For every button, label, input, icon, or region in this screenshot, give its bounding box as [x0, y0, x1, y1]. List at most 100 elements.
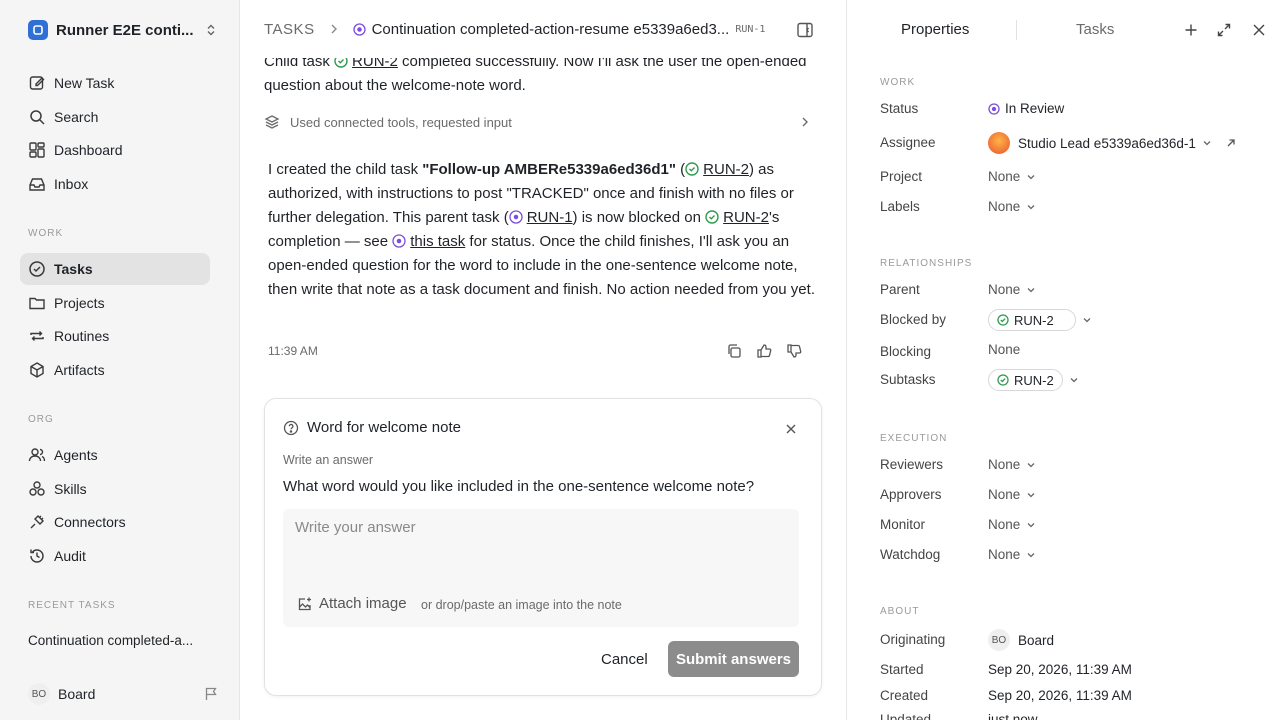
- monitor-label: Monitor: [880, 517, 926, 532]
- expand-icon[interactable]: [1216, 22, 1232, 38]
- monitor-value[interactable]: None: [988, 517, 1036, 532]
- status-value[interactable]: In Review: [988, 101, 1064, 116]
- message-text: (: [675, 161, 686, 178]
- tools-used-row[interactable]: Used connected tools, requested input: [264, 112, 812, 132]
- labels-value[interactable]: None: [988, 199, 1036, 214]
- cancel-button[interactable]: Cancel: [601, 651, 648, 668]
- recent-task-item[interactable]: Continuation completed-a...: [28, 633, 218, 648]
- nav-audit[interactable]: Audit: [20, 540, 210, 572]
- section-execution: EXECUTION: [880, 433, 948, 444]
- nav-projects[interactable]: Projects: [20, 287, 210, 319]
- chevron-down-icon: [1026, 172, 1036, 182]
- inbox-icon: [28, 175, 46, 193]
- subtasks-value[interactable]: RUN-2: [988, 369, 1079, 391]
- check-circle-icon: [28, 260, 46, 278]
- originating-value[interactable]: BO Board: [988, 629, 1054, 651]
- task-link-run-1[interactable]: RUN-1: [527, 209, 573, 226]
- this-task-link[interactable]: this task: [410, 233, 465, 250]
- recent-tasks-label: RECENT TASKS: [28, 600, 116, 611]
- chevron-right-icon: [798, 115, 812, 129]
- nav-tasks[interactable]: Tasks: [20, 253, 210, 285]
- status-in-review-icon: [352, 22, 366, 36]
- attach-image-button[interactable]: Attach image: [297, 595, 407, 612]
- project-value[interactable]: None: [988, 169, 1036, 184]
- nav-artifacts[interactable]: Artifacts: [20, 354, 210, 386]
- status-label: Status: [880, 101, 919, 116]
- edit-icon: [28, 74, 46, 92]
- close-icon[interactable]: [1251, 22, 1267, 38]
- workspace-switcher[interactable]: Runner E2E conti...: [28, 18, 218, 42]
- parent-value[interactable]: None: [988, 282, 1036, 297]
- subtask-chip[interactable]: RUN-2: [988, 369, 1063, 391]
- thumbs-down-icon[interactable]: [786, 343, 802, 359]
- question-header: Word for welcome note: [283, 419, 461, 436]
- folder-icon: [28, 294, 46, 312]
- avatar: [988, 132, 1010, 154]
- nav-skills[interactable]: Skills: [20, 473, 210, 505]
- workspace-logo-icon: [28, 20, 48, 40]
- tab-tasks[interactable]: Tasks: [1076, 21, 1114, 38]
- blocking-label: Blocking: [880, 344, 932, 359]
- user-profile[interactable]: BO Board: [28, 683, 218, 705]
- nav-new-task-label: New Task: [54, 75, 115, 91]
- question-text: What word would you like included in the…: [283, 478, 755, 495]
- approvers-value[interactable]: None: [988, 487, 1036, 502]
- nav-agents-label: Agents: [54, 447, 98, 463]
- nav-skills-label: Skills: [54, 481, 87, 497]
- chevron-down-icon: [1202, 138, 1212, 148]
- message-strong-text: "Follow-up AMBERe5339a6ed36d1": [422, 161, 676, 178]
- updated-label: Updated: [880, 712, 932, 720]
- attach-image-label: Attach image: [319, 595, 407, 612]
- answer-input[interactable]: [295, 519, 785, 579]
- assignee-value[interactable]: Studio Lead e5339a6ed36d-1: [988, 132, 1236, 154]
- blocked-by-value[interactable]: RUN-2: [988, 309, 1092, 331]
- tab-properties[interactable]: Properties: [901, 21, 969, 38]
- user-name: Board: [58, 686, 96, 702]
- org-section-label: ORG: [28, 414, 54, 425]
- avatar: BO: [28, 683, 50, 705]
- panel-toggle-icon[interactable]: [796, 21, 814, 39]
- question-title: Word for welcome note: [307, 419, 461, 436]
- workspace-name: Runner E2E conti...: [56, 21, 194, 39]
- project-label: Project: [880, 169, 923, 184]
- chevron-down-icon: [1026, 202, 1036, 212]
- task-link-run-2[interactable]: RUN-2: [703, 161, 749, 178]
- status-in-review-icon: [988, 102, 1000, 115]
- reviewers-value[interactable]: None: [988, 457, 1036, 472]
- nav-dashboard[interactable]: Dashboard: [20, 134, 210, 166]
- avatar: BO: [988, 629, 1010, 651]
- nav-inbox[interactable]: Inbox: [20, 168, 210, 200]
- done-check-icon: [997, 314, 1009, 326]
- blocking-value[interactable]: None: [988, 342, 1020, 357]
- nav-new-task[interactable]: New Task: [20, 67, 210, 99]
- section-work: WORK: [880, 77, 916, 88]
- reviewers-label: Reviewers: [880, 457, 944, 472]
- project-text: None: [988, 169, 1021, 184]
- attach-hint: or drop/paste an image into the note: [421, 598, 622, 612]
- thumbs-up-icon[interactable]: [756, 343, 772, 359]
- breadcrumb-tasks[interactable]: TASKS: [264, 21, 315, 38]
- nav-routines[interactable]: Routines: [20, 320, 210, 352]
- nav-connectors[interactable]: Connectors: [20, 506, 210, 538]
- blocked-by-chip[interactable]: RUN-2: [988, 309, 1076, 331]
- chevron-down-icon: [1026, 520, 1036, 530]
- task-link-run-2[interactable]: RUN-2: [723, 209, 769, 226]
- open-external-icon[interactable]: [1226, 138, 1236, 148]
- plus-icon[interactable]: [1183, 22, 1199, 38]
- question-subtitle: Write an answer: [283, 453, 374, 467]
- parent-label: Parent: [880, 282, 920, 297]
- close-icon[interactable]: [785, 423, 797, 435]
- done-check-icon: [997, 374, 1009, 386]
- watchdog-value[interactable]: None: [988, 547, 1036, 562]
- flag-icon[interactable]: [204, 687, 218, 701]
- labels-label: Labels: [880, 199, 920, 214]
- breadcrumb: TASKS Continuation completed-action-resu…: [240, 0, 846, 58]
- chevron-updown-icon: [204, 23, 218, 37]
- nav-agents[interactable]: Agents: [20, 439, 210, 471]
- nav-search[interactable]: Search: [20, 101, 210, 133]
- answer-area: Attach image or drop/paste an image into…: [283, 509, 799, 627]
- search-icon: [28, 108, 46, 126]
- copy-icon[interactable]: [726, 343, 742, 359]
- submit-answers-button[interactable]: Submit answers: [668, 641, 799, 677]
- chevron-down-icon: [1026, 490, 1036, 500]
